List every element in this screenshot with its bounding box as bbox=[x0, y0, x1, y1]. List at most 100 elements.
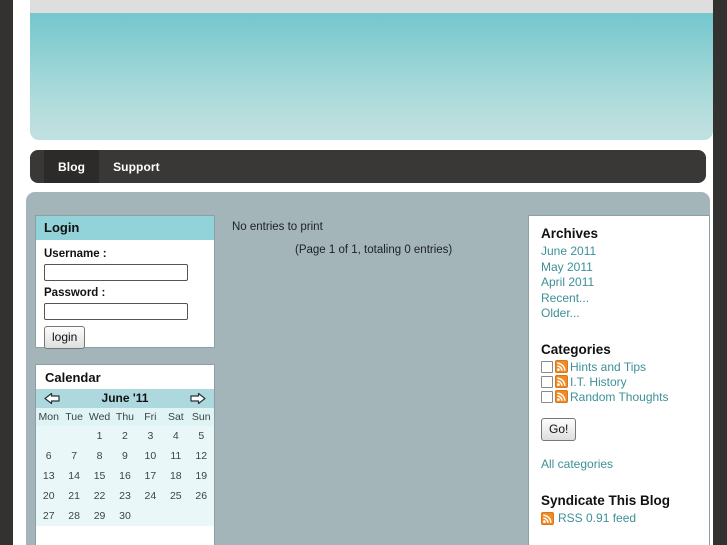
nav-item-blog[interactable]: Blog bbox=[44, 150, 100, 183]
calendar-dayname: Mon bbox=[36, 408, 62, 426]
calendar-day-cell[interactable]: 23 bbox=[112, 486, 137, 506]
calendar-week-body: 1 2 3 4 5 6 7 8 9 10 11 12 13 14 15 16 1… bbox=[36, 426, 214, 526]
calendar-day-cell[interactable]: 9 bbox=[112, 446, 137, 466]
syndicate-feed-row: RSS 0.91 feed bbox=[541, 511, 697, 527]
category-checkbox[interactable] bbox=[541, 375, 553, 388]
screenshot-viewport: Blog Support Login Username : Password :… bbox=[0, 0, 727, 545]
category-label[interactable]: Random Thoughts bbox=[570, 390, 669, 404]
calendar-day-cell[interactable]: 19 bbox=[189, 466, 214, 486]
rss-icon[interactable] bbox=[555, 360, 568, 374]
login-widget-title: Login bbox=[36, 216, 214, 240]
calendar-day-cell[interactable]: 8 bbox=[87, 446, 112, 466]
calendar-day-cell[interactable]: 6 bbox=[36, 446, 61, 466]
calendar-day-cell[interactable]: 30 bbox=[112, 506, 137, 526]
calendar-day-cell[interactable]: 21 bbox=[61, 486, 86, 506]
all-categories-link[interactable]: All categories bbox=[541, 457, 697, 473]
username-input[interactable] bbox=[44, 264, 188, 281]
calendar-day-cell[interactable]: 16 bbox=[112, 466, 137, 486]
calendar-week-row: 13 14 15 16 17 18 19 bbox=[36, 466, 214, 486]
nav-item-blog-label: Blog bbox=[58, 159, 86, 174]
calendar-day-cell[interactable]: 28 bbox=[61, 506, 86, 526]
calendar-day-cell[interactable]: 18 bbox=[163, 466, 188, 486]
calendar-dayname: Wed bbox=[86, 408, 113, 426]
categories-heading: Categories bbox=[541, 341, 611, 357]
syndicate-heading: Syndicate This Blog bbox=[541, 492, 671, 508]
calendar-week-row: 1 2 3 4 5 bbox=[36, 426, 214, 446]
calendar-month-label: June '11 bbox=[101, 391, 149, 405]
page-canvas: Blog Support Login Username : Password :… bbox=[13, 0, 713, 545]
password-input[interactable] bbox=[44, 303, 188, 320]
login-button[interactable]: login bbox=[44, 326, 86, 349]
calendar-day-cell[interactable]: 27 bbox=[36, 506, 61, 526]
archive-link-recent[interactable]: Recent... bbox=[541, 291, 697, 307]
archive-link-april-2011[interactable]: April 2011 bbox=[541, 275, 697, 291]
calendar-day-cell[interactable]: 20 bbox=[36, 486, 61, 506]
main-navbar: Blog Support bbox=[30, 150, 706, 183]
calendar-widget: Calendar June '11 Mon Tue Wed Thu Fri Sa… bbox=[35, 364, 215, 545]
right-arrow-icon[interactable] bbox=[189, 392, 207, 405]
calendar-day-cell[interactable]: 7 bbox=[61, 446, 86, 466]
calendar-day-cell[interactable]: 25 bbox=[163, 486, 188, 506]
category-label[interactable]: I.T. History bbox=[570, 375, 627, 389]
rss-icon[interactable] bbox=[541, 511, 554, 525]
calendar-week-row: 27 28 29 30 bbox=[36, 506, 214, 526]
main-content: No entries to print (Page 1 of 1, totali… bbox=[232, 221, 532, 256]
password-label: Password : bbox=[44, 287, 106, 299]
nav-item-support-label: Support bbox=[113, 159, 160, 174]
nav-item-list: Blog Support bbox=[30, 150, 706, 183]
calendar-day-cell[interactable] bbox=[138, 506, 163, 526]
calendar-day-cell[interactable]: 10 bbox=[138, 446, 163, 466]
archive-link-may-2011[interactable]: May 2011 bbox=[541, 260, 697, 276]
login-widget: Login Username : Password : login bbox=[35, 215, 215, 349]
category-go-button[interactable]: Go! bbox=[541, 417, 577, 441]
calendar-day-cell[interactable]: 15 bbox=[87, 466, 112, 486]
calendar-nav: June '11 bbox=[36, 389, 214, 408]
calendar-day-cell[interactable]: 11 bbox=[163, 446, 188, 466]
calendar-day-cell[interactable]: 3 bbox=[138, 426, 163, 446]
no-entries-message: No entries to print bbox=[232, 221, 323, 233]
calendar-dayname: Sat bbox=[163, 408, 189, 426]
archives-heading: Archives bbox=[541, 226, 599, 241]
category-checkbox[interactable] bbox=[541, 360, 553, 373]
rss-icon[interactable] bbox=[555, 375, 568, 389]
calendar-widget-title: Calendar bbox=[45, 370, 101, 385]
calendar-dayname: Thu bbox=[112, 408, 138, 426]
login-form: Username : Password : login bbox=[36, 240, 214, 357]
calendar-day-cell[interactable] bbox=[189, 506, 214, 526]
calendar-day-cell[interactable] bbox=[61, 426, 86, 446]
calendar-day-cell[interactable]: 24 bbox=[138, 486, 163, 506]
calendar-grid: Mon Tue Wed Thu Fri Sat Sun 1 2 3 4 5 6 … bbox=[36, 408, 214, 526]
calendar-day-cell[interactable]: 1 bbox=[87, 426, 112, 446]
calendar-day-cell[interactable]: 13 bbox=[36, 466, 61, 486]
right-sidebar: Archives June 2011 May 2011 April 2011 R… bbox=[528, 215, 710, 545]
category-row-it-history: I.T. History bbox=[541, 375, 697, 389]
category-go-wrapper: Go! bbox=[541, 417, 697, 441]
calendar-day-cell[interactable]: 14 bbox=[61, 466, 86, 486]
rss-feed-link[interactable]: RSS 0.91 feed bbox=[558, 511, 636, 527]
calendar-day-cell[interactable]: 12 bbox=[189, 446, 214, 466]
calendar-day-cell[interactable]: 17 bbox=[138, 466, 163, 486]
left-arrow-icon[interactable] bbox=[43, 392, 61, 405]
calendar-day-cell[interactable]: 2 bbox=[112, 426, 137, 446]
archive-link-june-2011[interactable]: June 2011 bbox=[541, 244, 697, 260]
calendar-dayname: Tue bbox=[61, 408, 87, 426]
rss-icon[interactable] bbox=[555, 390, 568, 404]
calendar-dayname: Sun bbox=[188, 408, 214, 426]
calendar-day-cell[interactable]: 22 bbox=[87, 486, 112, 506]
calendar-day-cell[interactable] bbox=[36, 426, 61, 446]
calendar-day-cell[interactable] bbox=[163, 506, 188, 526]
nav-item-support[interactable]: Support bbox=[99, 150, 174, 183]
content-panel: Login Username : Password : login Calend… bbox=[26, 192, 710, 545]
calendar-day-cell[interactable]: 4 bbox=[163, 426, 188, 446]
calendar-dayname: Fri bbox=[137, 408, 164, 426]
calendar-day-cell[interactable]: 29 bbox=[87, 506, 112, 526]
category-row-hints-and-tips: Hints and Tips bbox=[541, 360, 697, 374]
archive-link-older[interactable]: Older... bbox=[541, 306, 697, 322]
site-banner bbox=[30, 13, 713, 140]
calendar-day-cell[interactable]: 26 bbox=[189, 486, 214, 506]
calendar-week-row: 20 21 22 23 24 25 26 bbox=[36, 486, 214, 506]
category-label[interactable]: Hints and Tips bbox=[570, 360, 646, 374]
category-row-random-thoughts: Random Thoughts bbox=[541, 390, 697, 404]
calendar-day-cell[interactable]: 5 bbox=[189, 426, 214, 446]
category-checkbox[interactable] bbox=[541, 390, 553, 403]
